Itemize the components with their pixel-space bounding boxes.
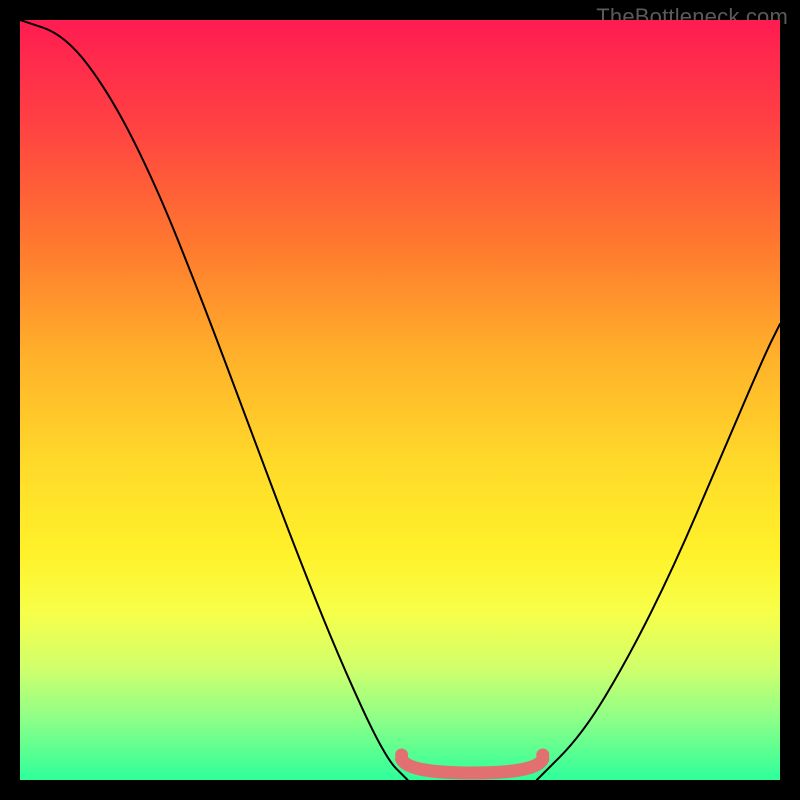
chart-svg [20,20,780,780]
highlight-dot-start [395,749,408,762]
series-left-drop [20,20,408,780]
series-right-rise [537,324,780,780]
chart-frame: TheBottleneck.com [0,0,800,800]
highlight-dot-end [536,749,549,762]
chart-plot-area [20,20,780,780]
series-highlighted-flat [402,759,543,773]
